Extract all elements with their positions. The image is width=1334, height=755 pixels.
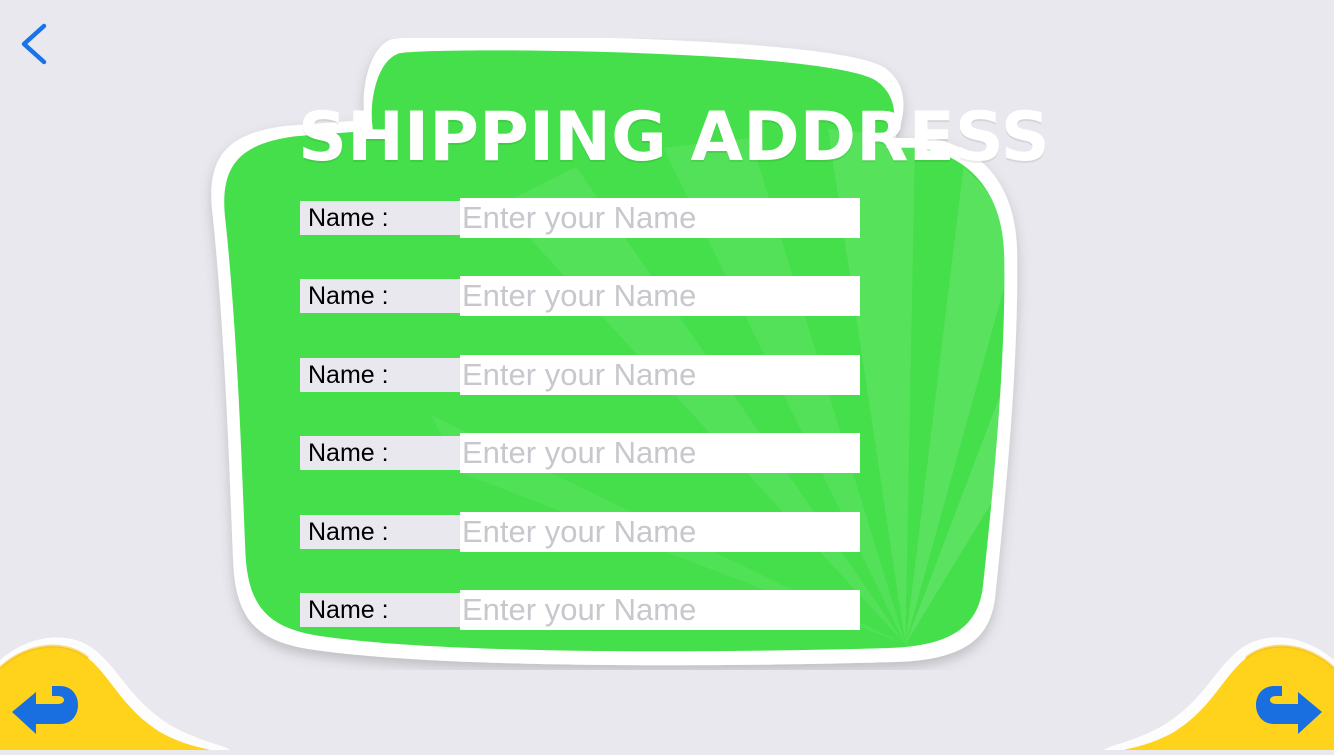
field-label: Name :: [300, 436, 460, 470]
form-row: Name :: [300, 512, 860, 552]
form-row: Name :: [300, 355, 860, 395]
field-label: Name :: [300, 358, 460, 392]
field-label: Name :: [300, 201, 460, 235]
page-title: SHIPPING ADDRESS: [298, 98, 1050, 177]
chevron-left-icon: [21, 23, 47, 65]
field-label: Name :: [300, 279, 460, 313]
name-input[interactable]: [460, 433, 860, 473]
previous-button[interactable]: [0, 630, 230, 750]
name-input[interactable]: [460, 512, 860, 552]
form-row: Name :: [300, 276, 860, 316]
field-label: Name :: [300, 515, 460, 549]
name-input[interactable]: [460, 276, 860, 316]
name-input[interactable]: [460, 355, 860, 395]
next-button[interactable]: [1104, 630, 1334, 750]
back-button[interactable]: [14, 20, 54, 68]
form-row: Name :: [300, 590, 860, 630]
field-label: Name :: [300, 593, 460, 627]
name-input[interactable]: [460, 198, 860, 238]
form-row: Name :: [300, 198, 860, 238]
form-row: Name :: [300, 433, 860, 473]
name-input[interactable]: [460, 590, 860, 630]
